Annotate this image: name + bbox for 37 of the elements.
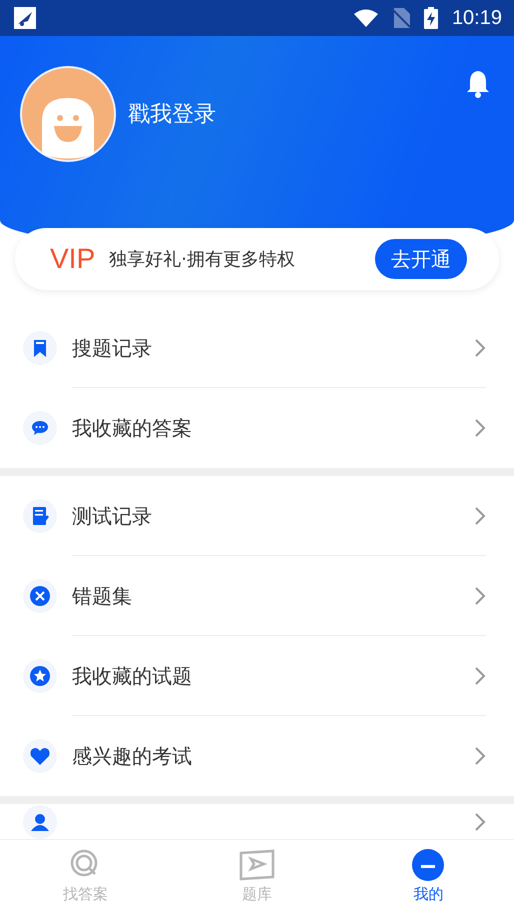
play-screen-icon (238, 849, 275, 881)
chevron-icon (474, 746, 486, 766)
activate-button[interactable]: 去开通 (375, 239, 467, 279)
note-icon (23, 499, 57, 533)
avatar-icon[interactable] (20, 66, 116, 162)
chat-icon (23, 411, 57, 445)
tab[interactable]: 我的 (342, 840, 514, 913)
wifi-icon (354, 9, 378, 27)
vip-slogan: 独享好礼·拥有更多特权 (109, 248, 296, 271)
menu-label: 测试记录 (72, 502, 152, 530)
menu-item[interactable]: 测试记录 (0, 476, 514, 556)
chevron-icon (474, 418, 486, 438)
chevron-icon (474, 338, 486, 358)
chevron-icon (474, 666, 486, 686)
clock-time: 10:19 (452, 6, 502, 30)
bird-icon (14, 7, 36, 29)
login-prompt[interactable]: 戳我登录 (128, 99, 216, 129)
chevron-icon (474, 812, 486, 832)
bell-icon[interactable] (466, 70, 490, 98)
chevron-icon (474, 586, 486, 606)
menu-label: 感兴趣的考试 (72, 742, 192, 770)
menu-label: 我收藏的答案 (72, 414, 192, 442)
menu-item[interactable]: 感兴趣的考试 (0, 716, 514, 796)
cross-icon (23, 579, 57, 613)
menu-item[interactable]: 搜题记录 (0, 308, 514, 388)
vip-card[interactable]: VIP 独享好礼·拥有更多特权 去开通 (15, 228, 499, 290)
no-sim-icon (392, 8, 410, 28)
chevron-icon (474, 506, 486, 526)
menu-item[interactable]: 我收藏的试题 (0, 636, 514, 716)
menu-label: 我收藏的试题 (72, 662, 192, 690)
menu-label: 错题集 (72, 582, 132, 610)
menu-item[interactable]: 我收藏的答案 (0, 388, 514, 468)
menu-label: 搜题记录 (72, 334, 152, 362)
bookmark-icon (23, 331, 57, 365)
menu-item[interactable]: 错题集 (0, 556, 514, 636)
battery-icon (424, 7, 438, 29)
vip-label: VIP (50, 243, 96, 275)
